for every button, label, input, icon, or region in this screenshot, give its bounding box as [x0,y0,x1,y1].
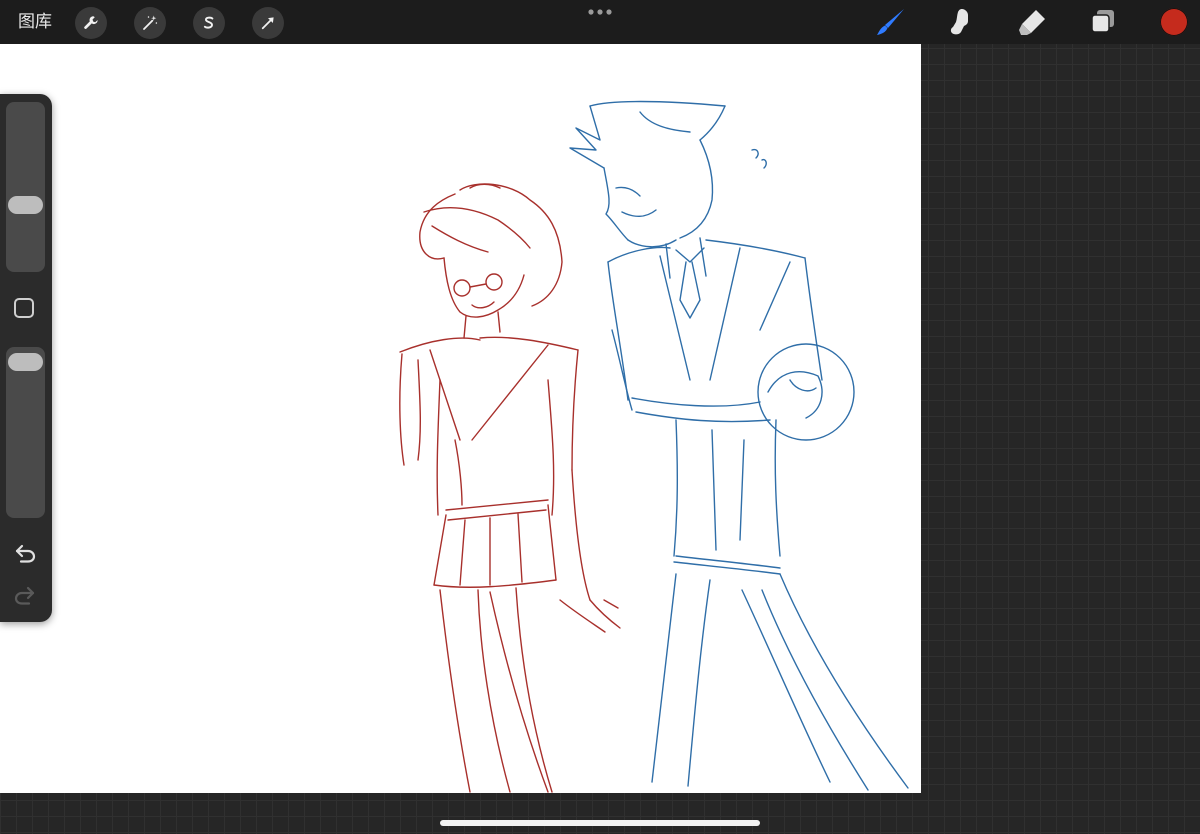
redo-icon[interactable] [13,584,37,606]
color-swatch-button[interactable] [1160,8,1188,36]
brush-icon[interactable] [874,6,906,38]
blue-figure-sketch [569,100,909,791]
home-indicator[interactable] [440,820,760,826]
undo-icon[interactable] [13,542,37,564]
selection-button[interactable] [193,7,225,39]
top-toolbar: 图库 [0,0,1200,44]
wrench-icon [84,16,98,29]
selection-icon [203,16,214,29]
more-dots-icon[interactable] [587,8,613,16]
gallery-button[interactable]: 图库 [18,12,52,32]
modify-button[interactable] [14,298,34,318]
transform-button[interactable] [252,7,284,39]
adjustments-button[interactable] [134,7,166,39]
smudge-icon[interactable] [945,6,977,38]
brush-size-slider[interactable] [6,102,45,272]
sketch-artwork [399,100,909,793]
actions-button[interactable] [75,7,107,39]
red-figure-sketch [399,183,621,793]
opacity-thumb[interactable] [8,352,43,371]
sidebar-panel [0,94,52,622]
layers-icon[interactable] [1088,6,1120,38]
drawing-canvas[interactable] [0,44,921,793]
eraser-icon[interactable] [1016,6,1048,38]
opacity-slider[interactable] [6,347,45,518]
magic-wand-icon [143,15,158,30]
transform-arrow-icon [261,17,274,30]
brush-size-thumb[interactable] [8,195,43,214]
